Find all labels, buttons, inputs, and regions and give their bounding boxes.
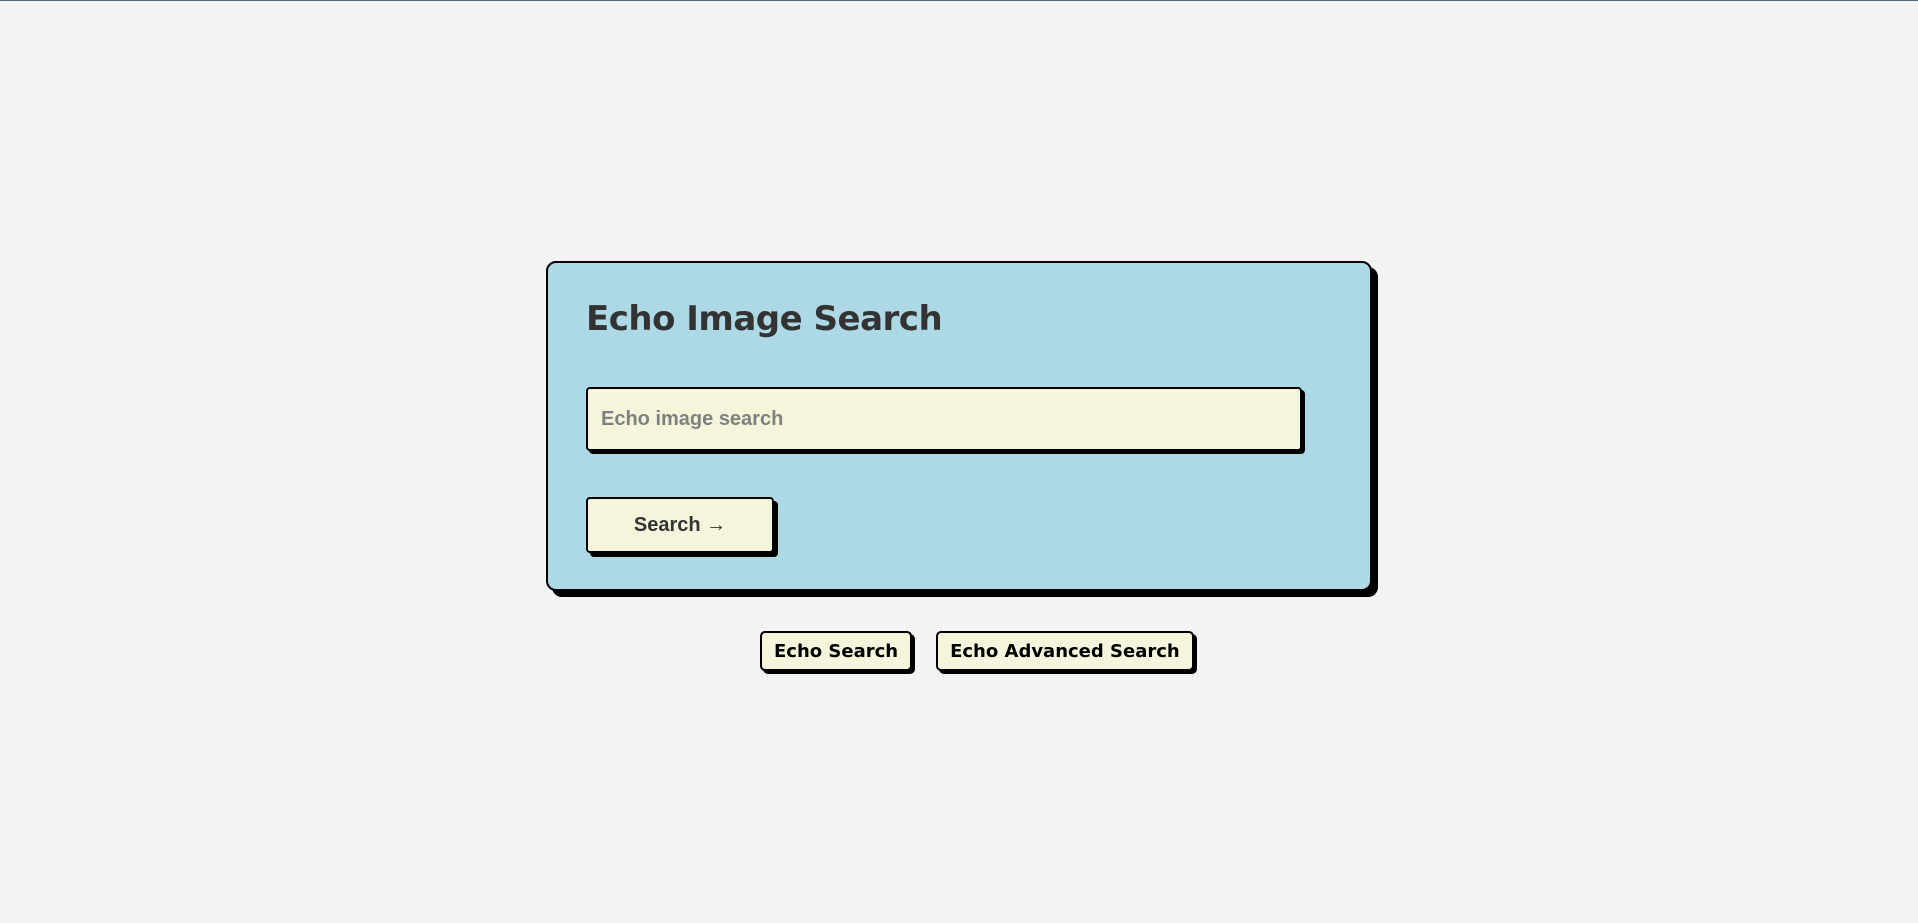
echo-search-link[interactable]: Echo Search [760, 631, 913, 671]
page-title: Echo Image Search [586, 299, 943, 339]
search-button[interactable]: Search → [586, 497, 774, 553]
echo-advanced-search-link[interactable]: Echo Advanced Search [936, 631, 1194, 671]
footer-links: Echo Search Echo Advanced Search [760, 631, 1194, 671]
search-card: Echo Image Search Search → [546, 261, 1372, 591]
search-input[interactable] [586, 387, 1302, 451]
